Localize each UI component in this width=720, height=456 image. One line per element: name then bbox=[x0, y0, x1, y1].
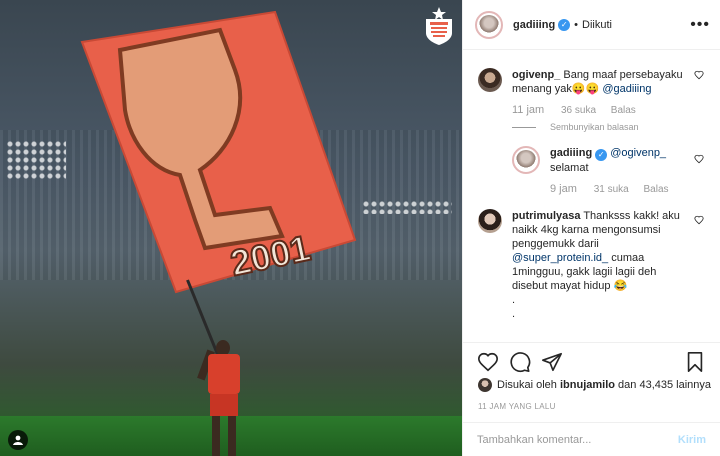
bookmark-icon[interactable] bbox=[684, 351, 706, 373]
comment-meta: 9 jam 31 suka Balas bbox=[550, 183, 720, 195]
comment-username[interactable]: ogivenp_ bbox=[512, 69, 560, 81]
comment-likes[interactable]: 36 suka bbox=[561, 105, 596, 116]
avatar[interactable] bbox=[478, 209, 502, 233]
reply-button[interactable]: Balas bbox=[611, 105, 636, 116]
club-logo-icon bbox=[426, 7, 452, 45]
avatar[interactable] bbox=[475, 10, 503, 39]
comment-likes[interactable]: 31 suka bbox=[594, 184, 629, 195]
mention-link[interactable]: @super_protein.id_ bbox=[512, 252, 608, 264]
post-header: gadiiing ✓ • Diikuti ••• bbox=[463, 0, 720, 50]
comment-meta: 11 jam 36 suka Balas bbox=[512, 104, 687, 116]
post-photo[interactable]: 2001 bbox=[0, 0, 462, 456]
likes-summary: Disukai oleh ibnujamilo dan 43,435 lainn… bbox=[478, 378, 711, 392]
separator: • bbox=[574, 18, 579, 31]
action-bar bbox=[463, 342, 720, 380]
comment-input[interactable] bbox=[477, 433, 678, 446]
reply-button[interactable]: Balas bbox=[644, 184, 669, 195]
post-panel: gadiiing ✓ • Diikuti ••• ogivenp_ Bang m… bbox=[462, 0, 720, 456]
header-username[interactable]: gadiiing bbox=[513, 19, 555, 31]
avatar[interactable] bbox=[478, 378, 492, 392]
avatar[interactable] bbox=[512, 146, 540, 174]
likes-user[interactable]: ibnujamilo bbox=[560, 379, 615, 391]
like-heart-icon[interactable] bbox=[694, 70, 704, 80]
comment-icon[interactable] bbox=[509, 351, 531, 373]
heart-icon[interactable] bbox=[477, 351, 499, 373]
likes-suffix[interactable]: dan 43,435 lainnya bbox=[618, 379, 711, 391]
verified-icon: ✓ bbox=[595, 149, 608, 161]
comment-text: selamat bbox=[550, 162, 589, 174]
hide-replies-button[interactable]: Sembunyikan balasan bbox=[463, 116, 720, 132]
more-options-icon[interactable]: ••• bbox=[690, 16, 710, 34]
hide-replies-label: Sembunyikan balasan bbox=[550, 122, 639, 132]
comment-trail: . bbox=[512, 308, 516, 320]
likes-prefix: Disukai oleh bbox=[497, 379, 557, 391]
verified-icon: ✓ bbox=[558, 18, 571, 31]
follow-status-button[interactable]: Diikuti bbox=[582, 19, 612, 31]
mention-link[interactable]: @ogivenp_ bbox=[610, 147, 666, 159]
mention-link[interactable]: @gadiiing bbox=[602, 83, 651, 95]
comment: ogivenp_ Bang maaf persebayaku menang ya… bbox=[463, 60, 720, 116]
send-button[interactable]: Kirim bbox=[678, 434, 706, 446]
avatar[interactable] bbox=[478, 68, 502, 92]
share-icon[interactable] bbox=[541, 351, 563, 373]
comment-username[interactable]: putrimulyasa bbox=[512, 210, 580, 222]
comment-trail: . bbox=[512, 294, 516, 306]
player bbox=[197, 340, 248, 456]
comment: putrimulyasa Thanksss kakk! aku naikk 4k… bbox=[463, 195, 720, 321]
comment-username[interactable]: gadiiing bbox=[550, 147, 592, 159]
comment-time[interactable]: 11 jam bbox=[512, 104, 544, 116]
like-heart-icon[interactable] bbox=[694, 154, 704, 164]
expand-icon[interactable] bbox=[8, 430, 28, 450]
comment-reply: gadiiing ✓ @ogivenp_ selamat 9 jam 31 suk… bbox=[463, 132, 720, 195]
comment-time[interactable]: 9 jam bbox=[550, 183, 577, 195]
like-heart-icon[interactable] bbox=[694, 215, 704, 225]
post-timestamp[interactable]: 11 JAM YANG LALU bbox=[478, 402, 556, 411]
comments-list[interactable]: ogivenp_ Bang maaf persebayaku menang ya… bbox=[463, 60, 720, 342]
comment-box: Kirim bbox=[463, 422, 720, 456]
